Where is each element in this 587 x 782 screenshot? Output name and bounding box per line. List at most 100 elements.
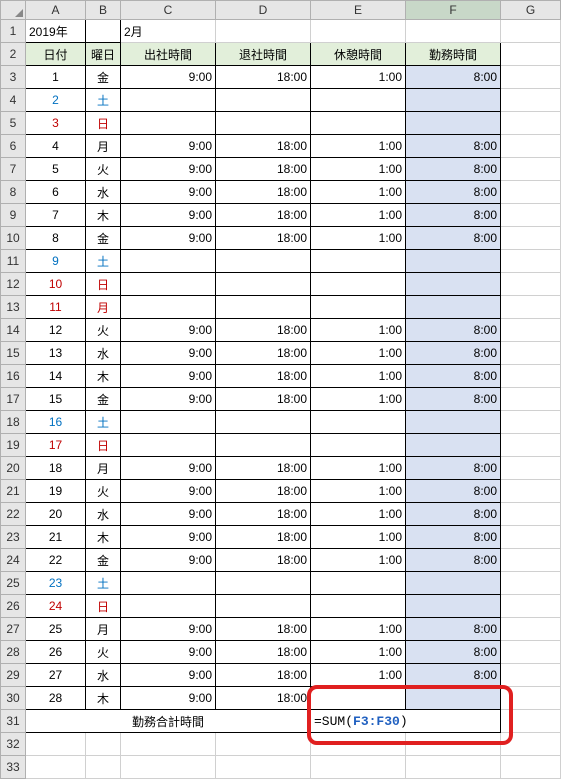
dow-cell[interactable]: 日 [86, 434, 121, 457]
start-cell[interactable]: 9:00 [121, 641, 216, 664]
end-cell[interactable]: 18:00 [216, 388, 311, 411]
end-cell[interactable] [216, 112, 311, 135]
row-header-13[interactable]: 13 [1, 296, 26, 319]
date-cell[interactable]: 5 [26, 158, 86, 181]
start-cell[interactable]: 9:00 [121, 526, 216, 549]
start-cell[interactable] [121, 112, 216, 135]
start-cell[interactable] [121, 273, 216, 296]
dow-cell[interactable]: 金 [86, 549, 121, 572]
start-cell[interactable]: 9:00 [121, 388, 216, 411]
start-cell[interactable]: 9:00 [121, 319, 216, 342]
rest-cell[interactable] [311, 572, 406, 595]
start-cell[interactable] [121, 250, 216, 273]
cell-g15[interactable] [501, 342, 561, 365]
cell-g21[interactable] [501, 480, 561, 503]
cell-b1[interactable] [86, 20, 121, 43]
dow-cell[interactable]: 土 [86, 250, 121, 273]
date-cell[interactable]: 18 [26, 457, 86, 480]
work-cell[interactable]: 8:00 [406, 526, 501, 549]
end-cell[interactable]: 18:00 [216, 66, 311, 89]
rest-cell[interactable] [311, 89, 406, 112]
row-header-25[interactable]: 25 [1, 572, 26, 595]
start-cell[interactable] [121, 89, 216, 112]
row-header-26[interactable]: 26 [1, 595, 26, 618]
start-cell[interactable]: 9:00 [121, 687, 216, 710]
row-header-31[interactable]: 31 [1, 710, 26, 733]
cell-g25[interactable] [501, 572, 561, 595]
cell-g23[interactable] [501, 526, 561, 549]
dow-cell[interactable]: 水 [86, 503, 121, 526]
cell-C33[interactable] [121, 756, 216, 779]
start-cell[interactable]: 9:00 [121, 457, 216, 480]
cell-e1[interactable] [311, 20, 406, 43]
work-cell[interactable] [406, 572, 501, 595]
cell-g26[interactable] [501, 595, 561, 618]
dow-cell[interactable]: 水 [86, 181, 121, 204]
dow-cell[interactable]: 土 [86, 411, 121, 434]
rest-cell[interactable]: 1:00 [311, 457, 406, 480]
end-cell[interactable] [216, 89, 311, 112]
row-header-30[interactable]: 30 [1, 687, 26, 710]
cell-g10[interactable] [501, 227, 561, 250]
cell-D32[interactable] [216, 733, 311, 756]
rest-cell[interactable] [311, 411, 406, 434]
cell-g13[interactable] [501, 296, 561, 319]
cell-g29[interactable] [501, 664, 561, 687]
dow-cell[interactable]: 日 [86, 112, 121, 135]
spreadsheet-grid[interactable]: ABCDEFG12019年2月2日付曜日出社時間退社時間休憩時間勤務時間31金9… [0, 0, 561, 779]
end-cell[interactable]: 18:00 [216, 526, 311, 549]
cell-G32[interactable] [501, 733, 561, 756]
date-cell[interactable]: 4 [26, 135, 86, 158]
start-cell[interactable]: 9:00 [121, 664, 216, 687]
dow-cell[interactable]: 金 [86, 227, 121, 250]
cell-g2[interactable] [501, 43, 561, 66]
row-header-21[interactable]: 21 [1, 480, 26, 503]
work-cell[interactable]: 8:00 [406, 342, 501, 365]
cell-g18[interactable] [501, 411, 561, 434]
header-date[interactable]: 日付 [26, 43, 86, 66]
work-cell[interactable] [406, 595, 501, 618]
date-cell[interactable]: 17 [26, 434, 86, 457]
work-cell[interactable]: 8:00 [406, 618, 501, 641]
date-cell[interactable]: 11 [26, 296, 86, 319]
col-header-F[interactable]: F [406, 1, 501, 20]
date-cell[interactable]: 19 [26, 480, 86, 503]
dow-cell[interactable]: 木 [86, 687, 121, 710]
date-cell[interactable]: 12 [26, 319, 86, 342]
rest-cell[interactable]: 1:00 [311, 135, 406, 158]
end-cell[interactable]: 18:00 [216, 181, 311, 204]
start-cell[interactable] [121, 434, 216, 457]
date-cell[interactable]: 28 [26, 687, 86, 710]
row-header-11[interactable]: 11 [1, 250, 26, 273]
start-cell[interactable]: 9:00 [121, 618, 216, 641]
row-header-3[interactable]: 3 [1, 66, 26, 89]
rest-cell[interactable]: 1:00 [311, 480, 406, 503]
work-cell[interactable]: 8:00 [406, 641, 501, 664]
cell-d1[interactable] [216, 20, 311, 43]
col-header-C[interactable]: C [121, 1, 216, 20]
dow-cell[interactable]: 火 [86, 480, 121, 503]
rest-cell[interactable]: 1:00 [311, 227, 406, 250]
cell-A33[interactable] [26, 756, 86, 779]
rest-cell[interactable]: 1:00 [311, 204, 406, 227]
end-cell[interactable]: 18:00 [216, 135, 311, 158]
cell-g20[interactable] [501, 457, 561, 480]
dow-cell[interactable]: 火 [86, 319, 121, 342]
end-cell[interactable] [216, 273, 311, 296]
cell-f1[interactable] [406, 20, 501, 43]
start-cell[interactable]: 9:00 [121, 181, 216, 204]
end-cell[interactable] [216, 434, 311, 457]
row-header-33[interactable]: 33 [1, 756, 26, 779]
row-header-17[interactable]: 17 [1, 388, 26, 411]
total-label[interactable]: 勤務合計時間 [26, 710, 311, 733]
cell-g28[interactable] [501, 641, 561, 664]
end-cell[interactable]: 18:00 [216, 503, 311, 526]
work-cell[interactable]: 8:00 [406, 549, 501, 572]
cell-g16[interactable] [501, 365, 561, 388]
cell-g30[interactable] [501, 687, 561, 710]
rest-cell[interactable]: 1:00 [311, 549, 406, 572]
work-cell[interactable]: 8:00 [406, 158, 501, 181]
cell-g7[interactable] [501, 158, 561, 181]
dow-cell[interactable]: 月 [86, 457, 121, 480]
work-cell[interactable]: 8:00 [406, 66, 501, 89]
